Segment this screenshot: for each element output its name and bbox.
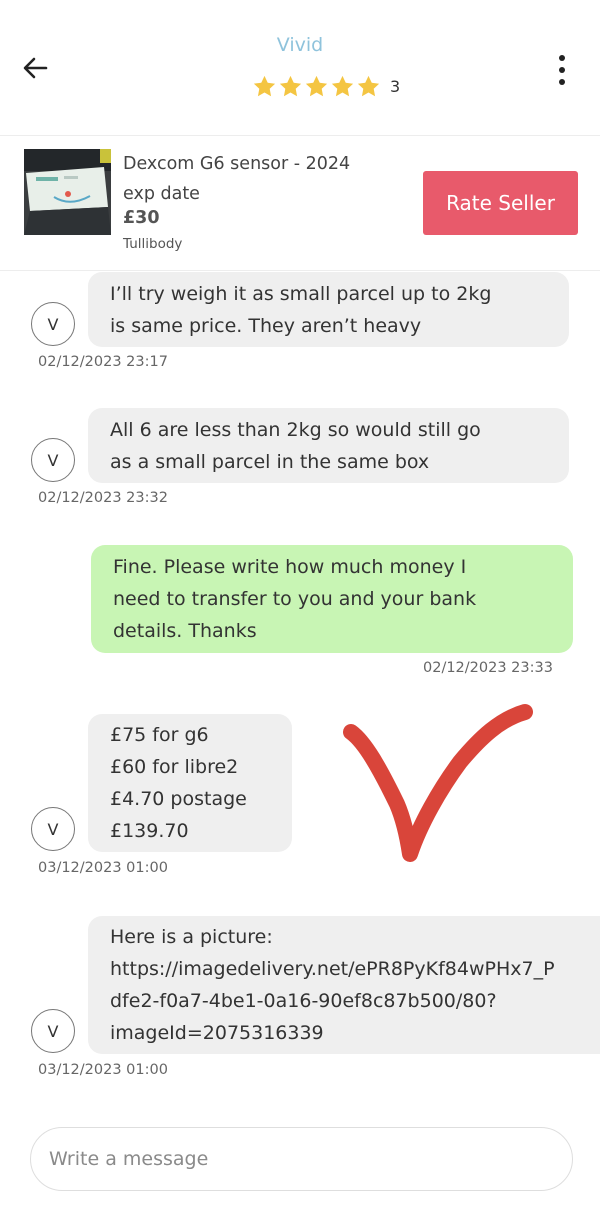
incoming-message[interactable]: £75 for g6 £60 for libre2 £4.70 postage …: [88, 714, 292, 852]
message-line: £4.70 postage: [110, 788, 247, 810]
listing-title-line: Dexcom G6 sensor - 2024: [123, 154, 351, 174]
seller-name[interactable]: Vivid: [0, 34, 600, 56]
avatar[interactable]: V: [31, 302, 75, 346]
listing-title-line: exp date: [123, 184, 200, 204]
rate-seller-button[interactable]: Rate Seller: [423, 171, 578, 235]
message-line: I’ll try weigh it as small parcel up to …: [110, 283, 492, 305]
avatar[interactable]: V: [31, 1009, 75, 1053]
message-line: need to transfer to you and your bank: [113, 588, 477, 610]
message-line: Here is a picture:: [110, 926, 273, 948]
star-icon: [331, 75, 354, 97]
incoming-message[interactable]: All 6 are less than 2kg so would still g…: [88, 408, 569, 483]
listing-title[interactable]: Dexcom G6 sensor - 2024 exp date: [123, 149, 393, 209]
message-link[interactable]: dfe2-f0a7-4be1-0a16-90ef8c87b500/80?: [110, 985, 578, 1017]
rating-stars: [252, 74, 381, 99]
listing-price: £30: [123, 208, 160, 228]
checkmark-icon: [343, 704, 533, 862]
back-button[interactable]: [18, 52, 54, 84]
listing-summary[interactable]: Dexcom G6 sensor - 2024 exp date £30 Tul…: [0, 137, 600, 271]
star-icon: [305, 75, 328, 97]
outgoing-message[interactable]: Fine. Please write how much money I need…: [91, 545, 573, 653]
message-line: £75 for g6: [110, 724, 209, 746]
message-line: £139.70: [110, 820, 189, 842]
star-icon: [253, 75, 276, 97]
star-icon: [357, 75, 380, 97]
chat-header: Vivid 3: [0, 0, 600, 136]
message-line: as a small parcel in the same box: [110, 451, 430, 473]
arrow-left-icon: [23, 57, 48, 79]
product-photo: [24, 149, 111, 235]
message-line: £60 for libre2: [110, 756, 239, 778]
seller-rating: 3: [252, 74, 400, 99]
listing-location: Tullibody: [123, 236, 183, 252]
message-timestamp: 03/12/2023 01:00: [38, 860, 168, 876]
avatar[interactable]: V: [31, 438, 75, 482]
rating-count: 3: [390, 77, 401, 96]
message-line: Fine. Please write how much money I: [113, 556, 467, 578]
message-link[interactable]: https://imagedelivery.net/ePR8PyKf84wPHx…: [110, 953, 578, 985]
message-line: All 6 are less than 2kg so would still g…: [110, 419, 481, 441]
more-options-button[interactable]: [548, 50, 576, 90]
incoming-message[interactable]: Here is a picture: https://imagedelivery…: [88, 916, 600, 1054]
message-input[interactable]: [30, 1127, 573, 1191]
message-timestamp: 03/12/2023 01:00: [38, 1062, 168, 1078]
message-link[interactable]: imageId=2075316339: [110, 1017, 578, 1049]
more-vertical-icon: [559, 55, 565, 61]
message-line: details. Thanks: [113, 620, 257, 642]
incoming-message[interactable]: I’ll try weigh it as small parcel up to …: [88, 272, 569, 347]
message-thread[interactable]: I’ll try weigh it as small parcel up to …: [0, 272, 600, 1120]
listing-thumbnail[interactable]: [24, 149, 111, 235]
avatar[interactable]: V: [31, 807, 75, 851]
star-icon: [279, 75, 302, 97]
message-timestamp: 02/12/2023 23:17: [38, 354, 168, 370]
message-line: is same price. They aren’t heavy: [110, 315, 422, 337]
message-timestamp: 02/12/2023 23:32: [38, 490, 168, 506]
message-timestamp: 02/12/2023 23:33: [423, 660, 553, 676]
